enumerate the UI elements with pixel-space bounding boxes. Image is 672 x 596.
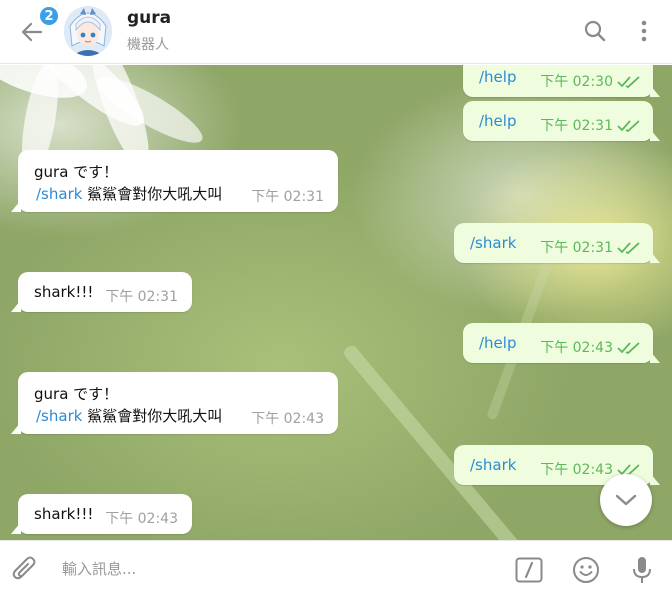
slash-command-icon	[515, 557, 543, 583]
message-text: shark!!!	[34, 283, 94, 301]
message-time: 下午 02:30	[540, 74, 613, 90]
bot-command-button[interactable]	[514, 555, 544, 585]
command-link[interactable]: /shark	[36, 407, 82, 425]
double-check-icon	[617, 242, 640, 255]
paperclip-icon	[12, 556, 36, 580]
incoming-message[interactable]: gura です！ /shark 鯊鯊會對你大吼大叫 下午 02:43	[11, 372, 338, 434]
message-text[interactable]: /shark	[470, 234, 516, 252]
back-arrow-icon	[21, 22, 43, 42]
double-check-icon	[617, 76, 640, 89]
outgoing-message[interactable]: /help 下午 02:43	[463, 323, 660, 363]
incoming-message[interactable]: gura です！ /shark 鯊鯊會對你大吼大叫 下午 02:31	[11, 150, 338, 212]
incoming-message[interactable]: shark!!! 下午 02:43	[11, 494, 192, 534]
message-time: 下午 02:43	[540, 340, 613, 356]
incoming-message[interactable]: shark!!! 下午 02:31	[11, 272, 192, 312]
avatar[interactable]	[64, 6, 112, 56]
message-text: shark!!!	[34, 505, 94, 523]
microphone-icon	[633, 557, 651, 583]
composer-bar	[0, 540, 672, 596]
message-time: 下午 02:43	[540, 462, 613, 478]
chat-header: 2 gura 機器人	[0, 0, 672, 64]
chat-subtitle: 機器人	[127, 37, 169, 53]
message-text[interactable]: /shark	[470, 456, 516, 474]
attach-button[interactable]	[10, 555, 40, 585]
search-icon	[584, 20, 606, 42]
outgoing-message[interactable]: /shark 下午 02:31	[454, 223, 660, 263]
voice-message-button[interactable]	[628, 554, 656, 586]
search-button[interactable]	[580, 16, 610, 46]
message-list[interactable]: /help 下午 02:30 /help 下午 02:31 gura です！ /…	[0, 65, 672, 540]
chat-title: gura	[127, 8, 172, 28]
unread-badge: 2	[38, 5, 60, 27]
more-vertical-icon	[641, 20, 647, 42]
message-text: 鯊鯊會對你大吼大叫	[82, 185, 223, 203]
message-text[interactable]: /help	[479, 68, 516, 86]
message-time: 下午 02:43	[251, 411, 324, 427]
message-text: gura です！	[34, 385, 119, 403]
outgoing-message[interactable]: /help 下午 02:31	[463, 101, 660, 141]
emoji-icon	[573, 557, 599, 583]
command-link[interactable]: /shark	[36, 185, 82, 203]
message-time: 下午 02:31	[540, 118, 613, 134]
message-text[interactable]: /help	[479, 112, 516, 130]
message-time: 下午 02:31	[251, 189, 324, 205]
message-text: 鯊鯊會對你大吼大叫	[82, 407, 223, 425]
chevron-down-icon	[615, 494, 637, 506]
outgoing-message[interactable]: /help 下午 02:30	[463, 65, 660, 97]
more-options-button[interactable]	[632, 16, 656, 46]
message-time: 下午 02:31	[105, 289, 178, 305]
double-check-icon	[617, 120, 640, 133]
scroll-to-bottom-button[interactable]	[600, 474, 652, 526]
message-time: 下午 02:31	[540, 240, 613, 256]
message-time: 下午 02:43	[105, 511, 178, 527]
message-text[interactable]: /help	[479, 334, 516, 352]
message-input[interactable]	[62, 551, 492, 587]
message-text: gura です！	[34, 163, 119, 181]
double-check-icon	[617, 342, 640, 355]
emoji-button[interactable]	[570, 554, 602, 586]
